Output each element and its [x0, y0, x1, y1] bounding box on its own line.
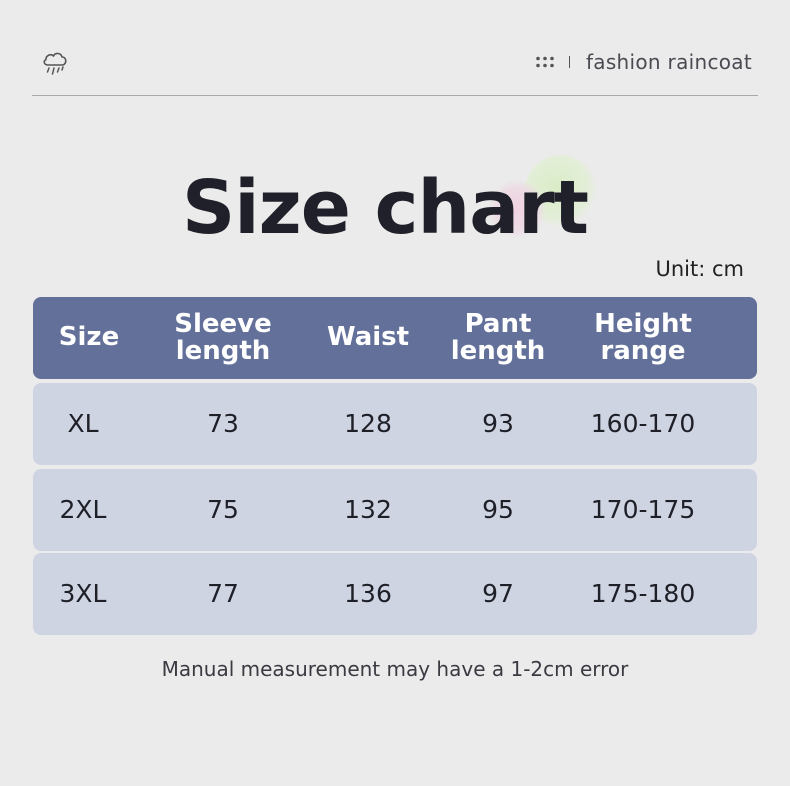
brand-name: fashion raincoat	[585, 50, 752, 74]
cell-sleeve-length: 75	[207, 494, 239, 524]
unit-label: Unit: cm	[655, 257, 744, 281]
header-pant-length: Pant length	[450, 308, 546, 366]
table-row: 2XL 75 132 95 170-175	[33, 469, 757, 551]
cell-waist: 136	[344, 578, 392, 608]
cell-size: 2XL	[59, 494, 107, 524]
brand-area: fashion raincoat	[535, 50, 752, 74]
cell-size: 3XL	[59, 578, 107, 608]
cell-sleeve-length: 77	[207, 578, 239, 608]
divider	[32, 95, 758, 96]
rain-cloud-icon	[43, 52, 67, 75]
table-row: XL 73 128 93 160-170	[33, 383, 757, 465]
header-waist: Waist	[326, 322, 410, 353]
header-sleeve-length: Sleeve length	[174, 308, 272, 366]
cell-pant-length: 95	[482, 494, 514, 524]
cell-size: XL	[67, 408, 99, 438]
cell-waist: 132	[344, 494, 392, 524]
cell-height-range: 160-170	[590, 408, 696, 438]
cell-pant-length: 93	[482, 408, 514, 438]
top-bar: fashion raincoat	[32, 40, 758, 96]
separator	[568, 56, 570, 68]
table-row: 3XL 77 136 97 175-180	[33, 553, 757, 635]
cell-pant-length: 97	[482, 578, 514, 608]
dots-grid-icon	[536, 56, 554, 68]
header-height-range: Height range	[594, 308, 692, 366]
table-header: Size Sleeve length Waist Pant length Hei…	[33, 297, 757, 379]
header-size: Size	[58, 322, 120, 353]
cell-height-range: 170-175	[590, 494, 696, 524]
measurement-note: Manual measurement may have a 1-2cm erro…	[161, 657, 629, 681]
cell-waist: 128	[344, 408, 392, 438]
page-title: Size chart	[181, 165, 589, 251]
cell-height-range: 175-180	[590, 578, 696, 608]
cell-sleeve-length: 73	[207, 408, 239, 438]
